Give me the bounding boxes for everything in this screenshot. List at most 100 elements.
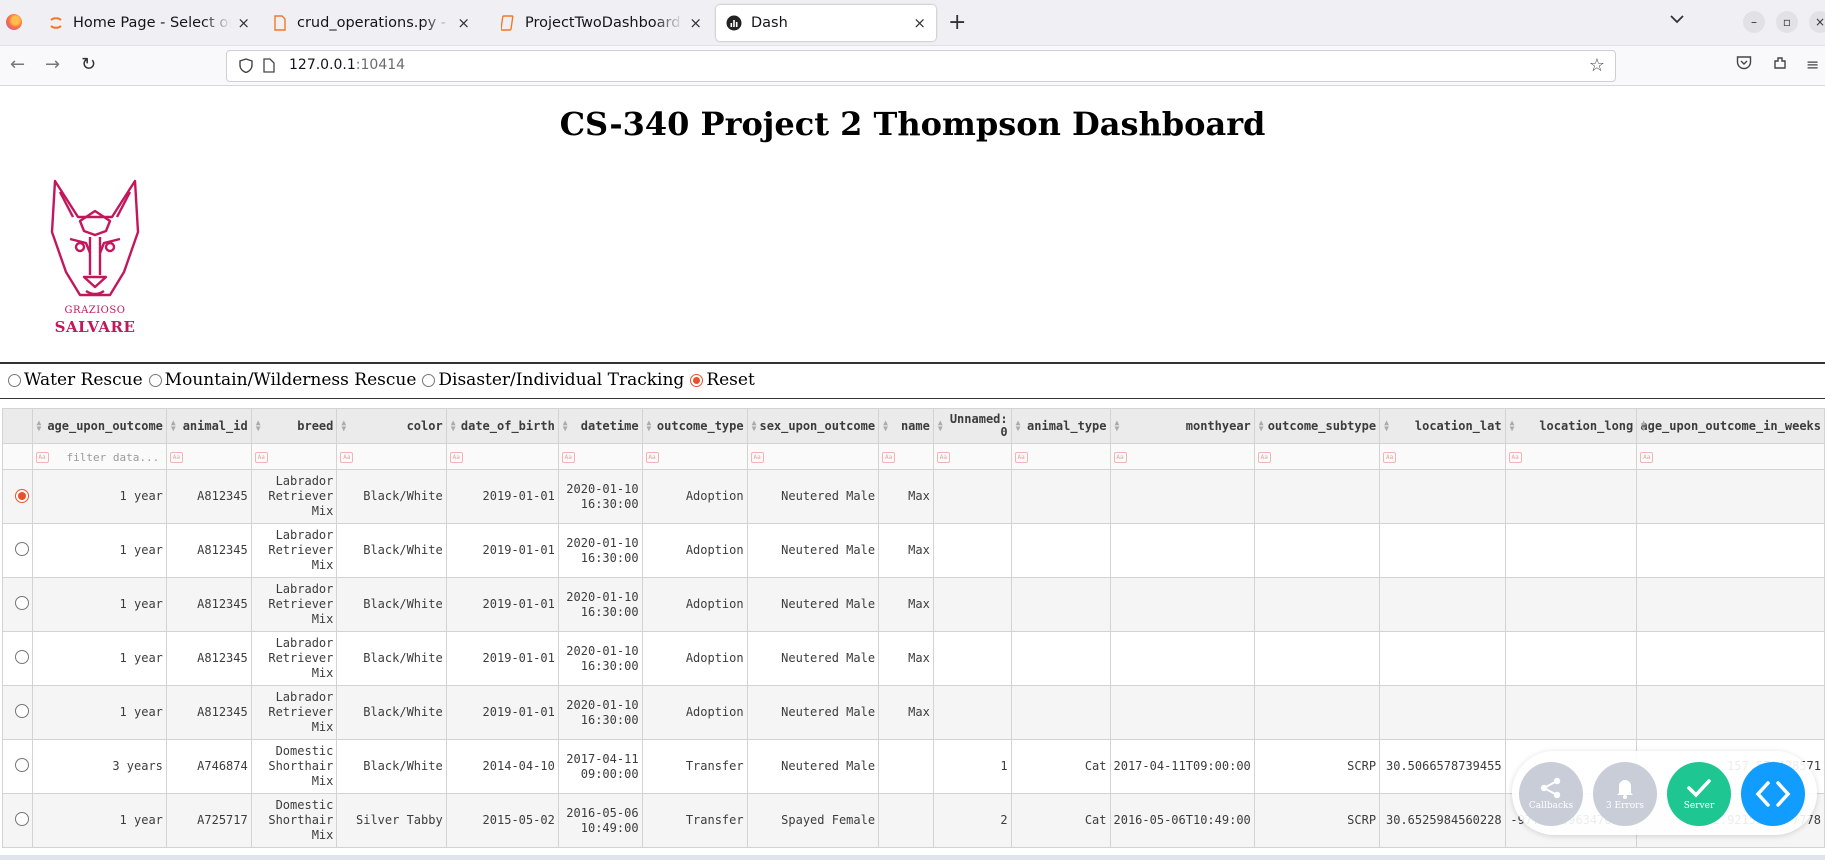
row-select-cell[interactable]: [2, 523, 33, 578]
column-header[interactable]: ▲ ▼ datetime: [557, 408, 643, 444]
row-select-cell[interactable]: [2, 577, 33, 632]
table-row[interactable]: 1 year A812345 Labrador Retriever Mix Black…: [2, 577, 1825, 632]
reload-icon[interactable]: ↻: [81, 54, 96, 75]
column-filter-cell[interactable]: Aa: [1379, 443, 1506, 470]
column-header[interactable]: ▲ ▼ name: [878, 408, 934, 444]
row-select-cell[interactable]: [2, 631, 33, 686]
column-filter-cell[interactable]: Aa: [932, 443, 1012, 470]
shield-icon[interactable]: [239, 58, 253, 77]
sort-icon[interactable]: ▲ ▼: [1115, 419, 1120, 433]
column-header[interactable]: ▲ ▼ outcome_subtype: [1253, 408, 1381, 444]
case-sensitive-toggle-icon[interactable]: Aa: [169, 451, 183, 463]
sort-icon[interactable]: ▲ ▼: [883, 419, 888, 433]
case-sensitive-toggle-icon[interactable]: Aa: [882, 451, 896, 463]
minimize-icon[interactable]: –: [1743, 11, 1765, 33]
column-header[interactable]: ▲ ▼ animal_type: [1010, 408, 1111, 444]
case-sensitive-toggle-icon[interactable]: Aa: [936, 451, 950, 463]
bookmark-star-icon[interactable]: ☆: [1589, 55, 1605, 76]
case-sensitive-toggle-icon[interactable]: Aa: [1257, 451, 1271, 463]
row-radio[interactable]: [14, 649, 29, 664]
tab-jupyter-home[interactable]: Home Page - Select or create a notebook …: [38, 5, 260, 41]
column-filter-cell[interactable]: Aa: [1109, 443, 1255, 470]
close-tab-icon[interactable]: ×: [237, 14, 250, 32]
case-sensitive-toggle-icon[interactable]: Aa: [561, 451, 575, 463]
back-icon[interactable]: ←: [10, 54, 25, 75]
column-header[interactable]: ▲ ▼ monthyear: [1109, 408, 1255, 444]
column-filter-cell[interactable]: Aa: [1010, 443, 1111, 470]
row-select-cell[interactable]: [2, 469, 33, 524]
case-sensitive-toggle-icon[interactable]: Aa: [35, 451, 49, 463]
sort-icon[interactable]: ▲ ▼: [938, 419, 943, 433]
column-filter-cell[interactable]: Aa: [878, 443, 934, 470]
column-header[interactable]: ▲ ▼ date_of_birth: [445, 408, 559, 444]
filter-disaster-individual-tracking[interactable]: Disaster/Individual Tracking: [422, 370, 684, 390]
filter-reset[interactable]: Reset: [690, 370, 755, 390]
column-filter-cell[interactable]: Aa: [445, 443, 559, 470]
errors-button[interactable]: 3 Errors: [1593, 762, 1657, 826]
column-header[interactable]: ▲ ▼ color: [336, 408, 447, 444]
column-filter-cell[interactable]: Aa: [557, 443, 643, 470]
horizontal-scrollbar[interactable]: [0, 855, 1825, 860]
case-sensitive-toggle-icon[interactable]: Aa: [254, 451, 268, 463]
column-header[interactable]: ▲ ▼ age_upon_outcome_in_weeks: [1636, 408, 1825, 444]
sort-icon[interactable]: ▲ ▼: [171, 419, 176, 433]
column-filter-cell[interactable]: Aa: [1504, 443, 1638, 470]
case-sensitive-toggle-icon[interactable]: Aa: [1113, 451, 1127, 463]
close-tab-icon[interactable]: ×: [689, 14, 702, 32]
sort-icon[interactable]: ▲ ▼: [37, 419, 42, 433]
row-radio[interactable]: [14, 757, 29, 772]
column-header[interactable]: ▲ ▼ Unnamed: 0: [932, 408, 1012, 444]
sort-icon[interactable]: ▲ ▼: [1384, 419, 1389, 433]
case-sensitive-toggle-icon[interactable]: Aa: [645, 451, 659, 463]
list-all-tabs-icon[interactable]: [1670, 12, 1684, 28]
column-filter-cell[interactable]: Aa: [336, 443, 447, 470]
row-radio[interactable]: [14, 703, 29, 718]
filter-mountain-wilderness-rescue[interactable]: Mountain/Wilderness Rescue: [148, 370, 416, 390]
firefox-icon[interactable]: [6, 14, 22, 30]
forward-icon[interactable]: →: [45, 54, 60, 75]
tab-dash[interactable]: Dash ×: [716, 5, 936, 41]
filter-input[interactable]: filter data...: [67, 451, 160, 464]
row-radio[interactable]: [14, 811, 29, 826]
table-row[interactable]: 1 year A812345 Labrador Retriever Mix Black…: [2, 469, 1825, 524]
column-header[interactable]: ▲ ▼ location_lat: [1379, 408, 1506, 444]
column-filter-cell[interactable]: Aa: [641, 443, 748, 470]
table-row[interactable]: 1 year A812345 Labrador Retriever Mix Black…: [2, 685, 1825, 740]
close-window-icon[interactable]: ×: [1809, 11, 1825, 33]
radio-button-selected[interactable]: [690, 373, 704, 387]
column-header[interactable]: ▲ ▼ sex_upon_outcome: [746, 408, 880, 444]
row-radio[interactable]: [14, 595, 29, 610]
page-info-icon[interactable]: [263, 58, 275, 77]
close-tab-icon[interactable]: ×: [457, 14, 470, 32]
table-row[interactable]: 1 year A812345 Labrador Retriever Mix Black…: [2, 523, 1825, 578]
radio-button[interactable]: [148, 373, 162, 387]
extensions-icon[interactable]: [1772, 55, 1788, 75]
case-sensitive-toggle-icon[interactable]: Aa: [1014, 451, 1028, 463]
callbacks-button[interactable]: Callbacks: [1519, 762, 1583, 826]
sort-icon[interactable]: ▲ ▼: [563, 419, 568, 433]
case-sensitive-toggle-icon[interactable]: Aa: [449, 451, 463, 463]
sort-icon[interactable]: ▲ ▼: [451, 419, 456, 433]
column-header[interactable]: ▲ ▼ location_long: [1504, 408, 1638, 444]
maximize-icon[interactable]: ▫: [1776, 11, 1798, 33]
sort-icon[interactable]: ▲ ▼: [752, 419, 757, 433]
case-sensitive-toggle-icon[interactable]: Aa: [1383, 451, 1397, 463]
pocket-icon[interactable]: [1736, 55, 1752, 74]
column-header[interactable]: ▲ ▼ outcome_type: [641, 408, 748, 444]
menu-icon[interactable]: ≡: [1806, 55, 1819, 74]
sort-icon[interactable]: ▲ ▼: [1259, 419, 1264, 433]
server-status-button[interactable]: Server: [1667, 762, 1731, 826]
row-select-cell[interactable]: [2, 739, 33, 794]
column-header[interactable]: ▲ ▼ age_upon_outcome: [31, 408, 167, 444]
column-filter-cell[interactable]: Aa filter data...: [31, 443, 167, 470]
case-sensitive-toggle-icon[interactable]: Aa: [1640, 451, 1654, 463]
column-header[interactable]: ▲ ▼ breed: [250, 408, 338, 444]
case-sensitive-toggle-icon[interactable]: Aa: [340, 451, 354, 463]
column-filter-cell[interactable]: Aa: [1636, 443, 1825, 470]
sort-icon[interactable]: ▲ ▼: [1510, 419, 1515, 433]
sort-icon[interactable]: ▲ ▼: [1641, 419, 1646, 433]
sort-icon[interactable]: ▲ ▼: [647, 419, 652, 433]
row-select-cell[interactable]: [2, 793, 33, 848]
toggle-devtools-button[interactable]: [1741, 762, 1805, 826]
column-filter-cell[interactable]: Aa: [250, 443, 338, 470]
